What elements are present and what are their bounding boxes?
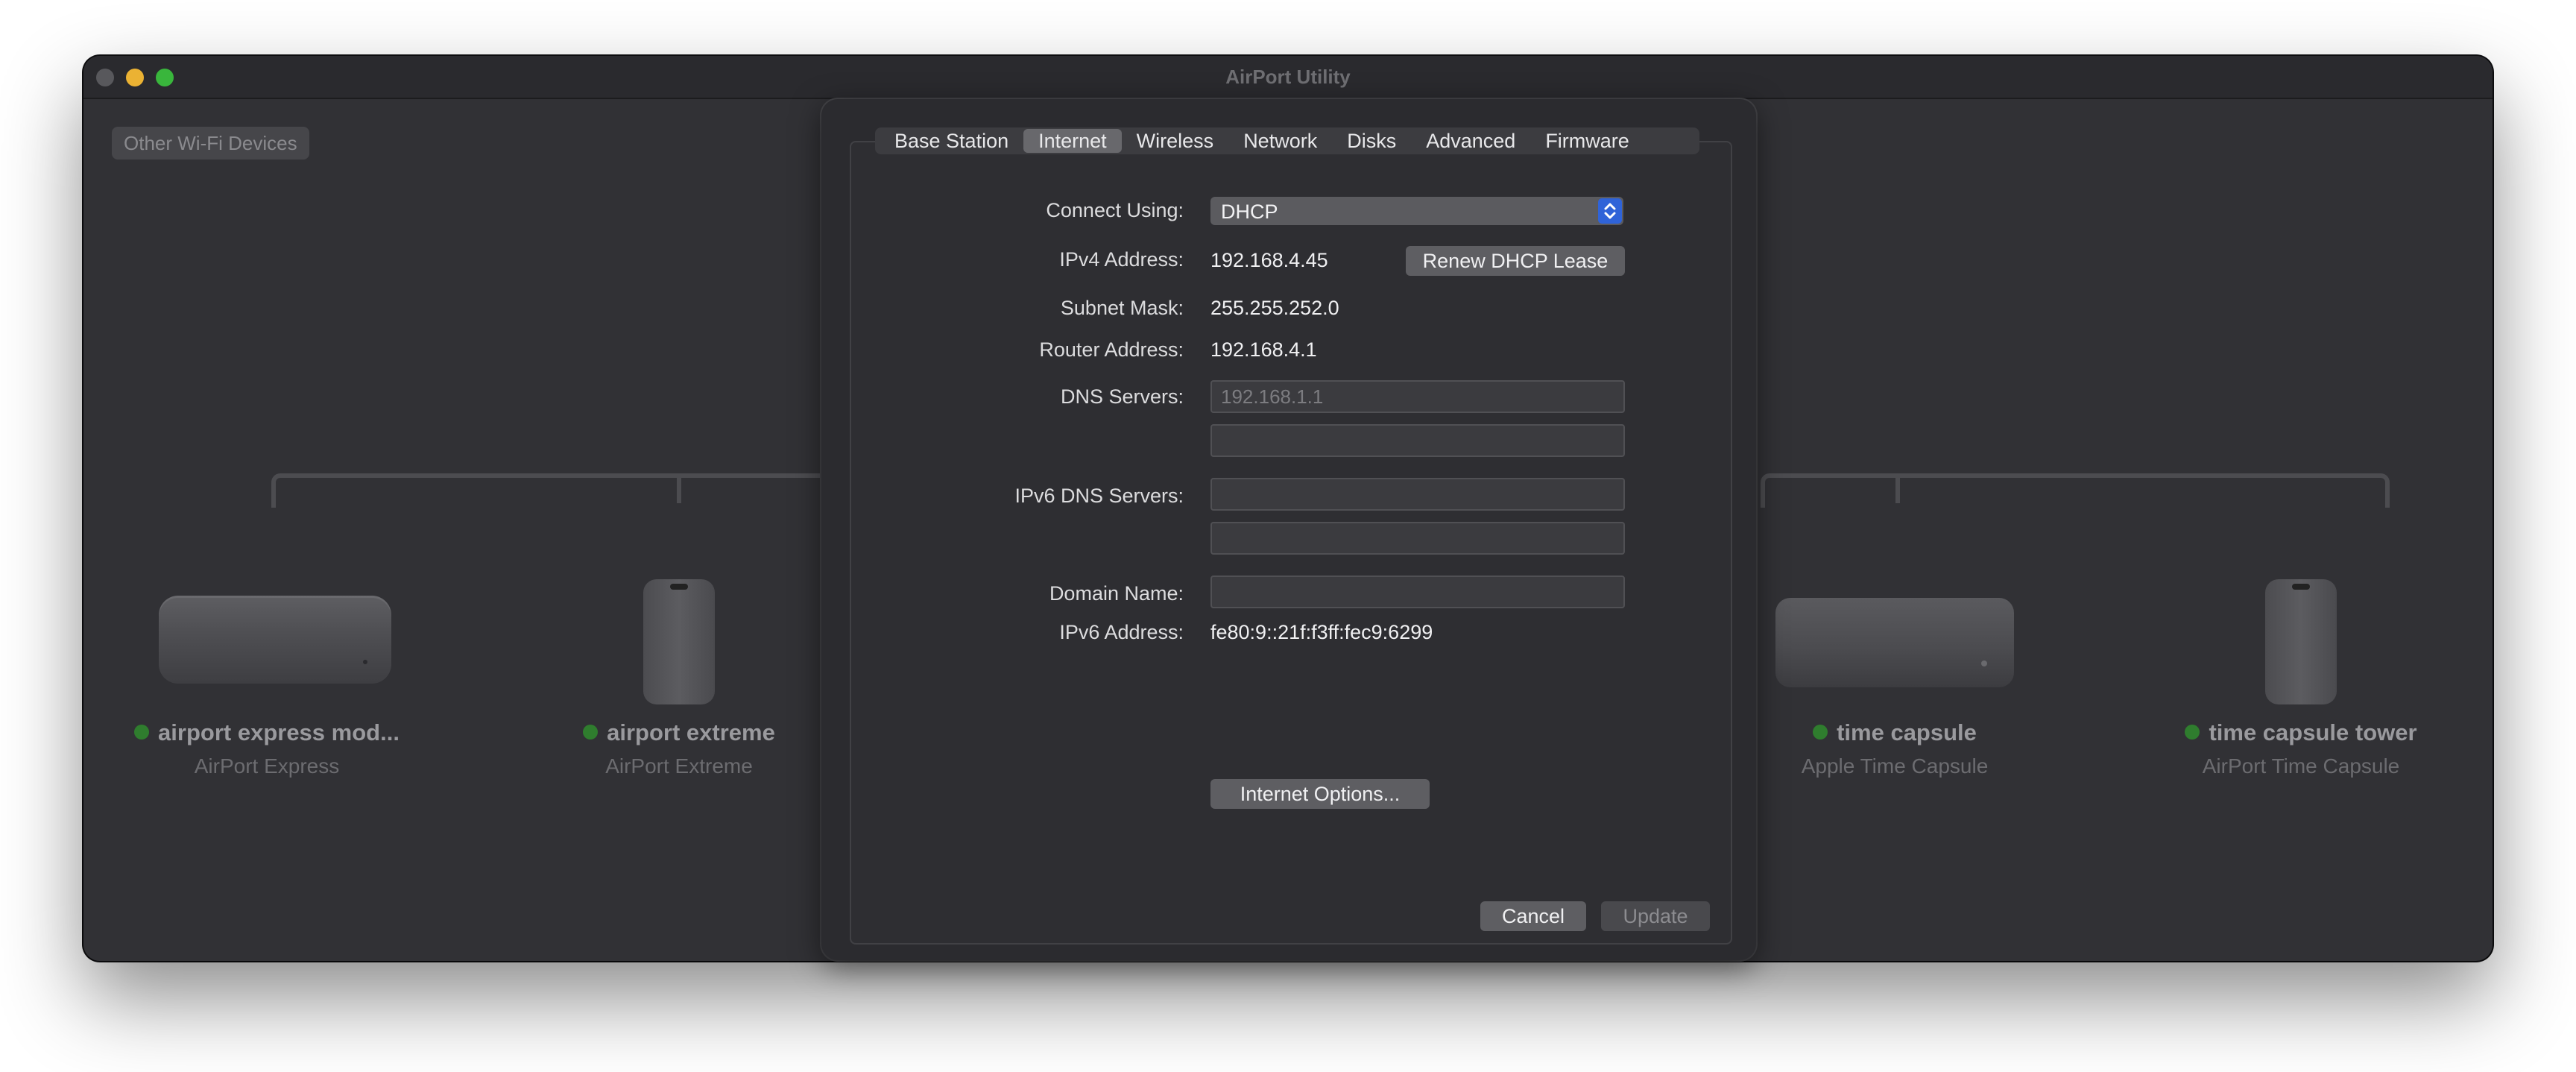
status-online-icon — [583, 724, 599, 740]
airport-extreme-device-icon[interactable] — [643, 579, 715, 704]
domain-name-field[interactable] — [1210, 576, 1625, 608]
tab-internet[interactable]: Internet — [1023, 129, 1122, 153]
ipv4-address-label: IPv4 Address: — [1059, 248, 1184, 271]
internet-options-button[interactable]: Internet Options... — [1210, 779, 1430, 809]
ipv4-address-value: 192.168.4.45 — [1210, 249, 1328, 271]
chevron-updown-icon — [1598, 198, 1622, 224]
connector-stub — [1895, 478, 1900, 503]
settings-sheet: Base Station Internet Wireless Network D… — [821, 99, 1756, 960]
network-connector-left — [271, 473, 899, 508]
ipv6-address-label: IPv6 Address: — [1059, 621, 1184, 643]
ipv6-dns-server-field-1[interactable] — [1210, 478, 1625, 511]
other-wifi-devices-button[interactable]: Other Wi-Fi Devices — [112, 127, 309, 160]
network-connector-right — [1761, 473, 2390, 508]
device-type: AirPort Time Capsule — [2202, 754, 2400, 778]
dns-server-field-1[interactable] — [1210, 380, 1625, 413]
tab-disks[interactable]: Disks — [1332, 129, 1411, 153]
status-online-icon — [2185, 724, 2200, 740]
device-name: time capsule tower — [2077, 719, 2493, 746]
tab-firmware[interactable]: Firmware — [1530, 129, 1644, 153]
airport-express-device-icon[interactable] — [159, 596, 391, 684]
device-name: airport express mod... — [83, 719, 490, 746]
ipv6-dns-servers-label: IPv6 DNS Servers: — [1014, 485, 1184, 507]
cancel-button[interactable]: Cancel — [1480, 901, 1586, 931]
time-capsule-device-icon[interactable] — [1775, 598, 2014, 687]
tab-bar: Base Station Internet Wireless Network D… — [875, 127, 1699, 154]
tab-base-station[interactable]: Base Station — [880, 129, 1023, 153]
ipv6-address-value: fe80:9::21f:f3ff:fec9:6299 — [1210, 621, 1433, 643]
domain-name-label: Domain Name: — [1049, 582, 1184, 605]
tab-advanced[interactable]: Advanced — [1411, 129, 1530, 153]
time-capsule-tower-device-icon[interactable] — [2265, 579, 2337, 704]
tab-wireless[interactable]: Wireless — [1122, 129, 1229, 153]
subnet-mask-label: Subnet Mask: — [1060, 297, 1184, 319]
router-address-value: 192.168.4.1 — [1210, 338, 1317, 361]
status-online-icon — [1813, 724, 1828, 740]
subnet-mask-value: 255.255.252.0 — [1210, 297, 1339, 319]
router-address-label: Router Address: — [1039, 338, 1184, 361]
connect-using-value: DHCP — [1221, 201, 1278, 223]
status-online-icon — [134, 724, 150, 740]
window-title: AirPort Utility — [1225, 66, 1351, 88]
device-type: AirPort Express — [194, 754, 340, 778]
connect-using-label: Connect Using: — [1046, 199, 1184, 221]
connector-stub — [677, 478, 681, 503]
connect-using-select[interactable]: DHCP — [1210, 197, 1623, 225]
update-button[interactable]: Update — [1601, 901, 1710, 931]
tab-network[interactable]: Network — [1228, 129, 1332, 153]
title-bar[interactable]: AirPort Utility — [83, 56, 2493, 99]
renew-dhcp-lease-button[interactable]: Renew DHCP Lease — [1406, 246, 1625, 276]
dns-server-field-2[interactable] — [1210, 424, 1625, 457]
dns-servers-label: DNS Servers: — [1060, 385, 1184, 408]
ipv6-dns-server-field-2[interactable] — [1210, 522, 1625, 555]
